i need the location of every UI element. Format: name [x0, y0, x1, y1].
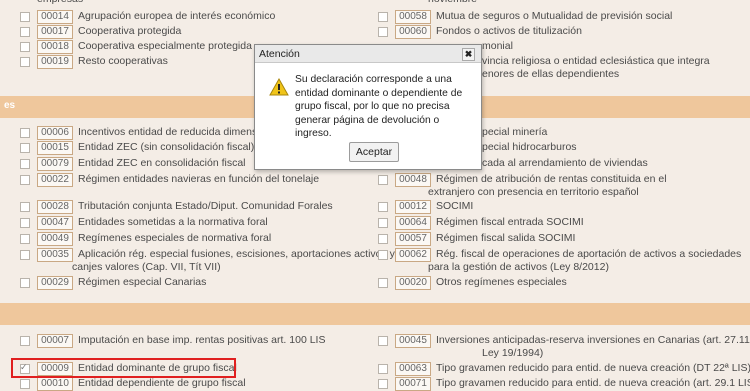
list-item[interactable]: 00045 Inversiones anticipadas-reserva inv…: [378, 334, 750, 348]
list-item[interactable]: 00035 Aplicación rég. especial fusiones, …: [20, 248, 395, 262]
checkbox[interactable]: [378, 364, 388, 374]
checkbox[interactable]: [20, 234, 30, 244]
list-item: para la gestión de activos (Ley 8/2012): [428, 261, 609, 273]
section-header: [0, 303, 750, 325]
checkbox[interactable]: [378, 12, 388, 22]
list-item: pecial minería: [482, 126, 548, 138]
list-item[interactable]: 00029 Régimen especial Canarias: [20, 276, 206, 290]
checkbox[interactable]: [378, 379, 388, 389]
list-item[interactable]: 00014 Agrupación europea de interés econó…: [20, 10, 275, 24]
list-item: enores de ellas dependientes: [482, 68, 620, 80]
list-item[interactable]: 00057 Régimen fiscal salida SOCIMI: [378, 232, 575, 246]
checkbox[interactable]: [20, 202, 30, 212]
highlight-box: [11, 358, 236, 378]
list-item: Ley 19/1994): [482, 347, 544, 359]
dialog-title: Atención: [259, 48, 300, 60]
checkbox[interactable]: [20, 218, 30, 228]
close-icon[interactable]: ✖: [462, 48, 475, 61]
checkbox[interactable]: [20, 175, 30, 185]
checkbox[interactable]: [378, 202, 388, 212]
alert-dialog: Atención ✖ Su declaración corresponde a …: [254, 44, 482, 170]
list-item[interactable]: 00019 Resto cooperativas: [20, 55, 168, 69]
list-item[interactable]: 00017 Cooperativa protegida: [20, 25, 181, 39]
list-item: noviembre: [428, 0, 477, 5]
list-item: monial: [482, 40, 513, 52]
list-item: cada al arrendamiento de viviendas: [482, 157, 648, 169]
list-item[interactable]: 00049 Regímenes especiales de normativa f…: [20, 232, 271, 246]
list-item[interactable]: 00015 Entidad ZEC (sin consolidación fisc…: [20, 141, 254, 155]
list-item: extranjero con presencia en territorio e…: [428, 186, 639, 198]
checkbox[interactable]: [378, 336, 388, 346]
checkbox[interactable]: [20, 143, 30, 153]
list-item: vincia religiosa o entidad eclesiástica …: [482, 55, 710, 67]
checkbox[interactable]: [20, 27, 30, 37]
list-item[interactable]: 00007 Imputación en base imp. rentas posi…: [20, 334, 325, 348]
list-item[interactable]: 00063 Tipo gravamen reducido para entid. …: [378, 362, 750, 376]
checkbox[interactable]: [20, 379, 30, 389]
checkbox[interactable]: [20, 278, 30, 288]
section-title: es: [4, 100, 16, 111]
list-item[interactable]: 00018 Cooperativa especialmente protegida: [20, 40, 252, 54]
checkbox[interactable]: [378, 175, 388, 185]
checkbox[interactable]: [20, 42, 30, 52]
checkbox[interactable]: [20, 128, 30, 138]
dialog-titlebar: Atención ✖: [255, 45, 481, 63]
checkbox[interactable]: [378, 218, 388, 228]
list-item: empresas: [37, 0, 83, 5]
list-item[interactable]: 00079 Entidad ZEC en consolidación fiscal: [20, 157, 246, 171]
list-item[interactable]: 00058 Mutua de seguros o Mutualidad de pr…: [378, 10, 672, 24]
list-item[interactable]: 00060 Fondos o activos de titulización: [378, 25, 582, 39]
list-item[interactable]: 00062 Rég. fiscal de operaciones de aport…: [378, 248, 741, 262]
list-item: canjes valores (Cap. VII, Tít VII): [72, 261, 221, 273]
list-item[interactable]: 00010 Entidad dependiente de grupo fiscal: [20, 377, 246, 391]
dialog-message: Su declaración corresponde a una entidad…: [295, 74, 463, 139]
list-item[interactable]: 00028 Tributación conjunta Estado/Diput. …: [20, 200, 333, 214]
checkbox[interactable]: [378, 234, 388, 244]
checkbox[interactable]: [20, 57, 30, 67]
checkbox[interactable]: [378, 27, 388, 37]
list-item[interactable]: 00020 Otros regímenes especiales: [378, 276, 567, 290]
list-item: pecial hidrocarburos: [482, 141, 577, 153]
warning-icon: [269, 78, 289, 96]
checkbox[interactable]: [378, 278, 388, 288]
checkbox[interactable]: [378, 250, 388, 260]
accept-button[interactable]: Aceptar: [349, 142, 399, 162]
list-item[interactable]: 00064 Régimen fiscal entrada SOCIMI: [378, 216, 584, 230]
list-item[interactable]: 00047 Entidades sometidas a la normativa …: [20, 216, 268, 230]
checkbox[interactable]: [20, 12, 30, 22]
list-item[interactable]: 00048 Régimen de atribución de rentas con…: [378, 173, 667, 187]
list-item[interactable]: 00022 Régimen entidades navieras en funci…: [20, 173, 319, 187]
checkbox[interactable]: [20, 336, 30, 346]
checkbox[interactable]: [20, 250, 30, 260]
checkbox[interactable]: [20, 159, 30, 169]
list-item[interactable]: 00071 Tipo gravamen reducido para entid. …: [378, 377, 750, 391]
list-item[interactable]: 00012 SOCIMI: [378, 200, 473, 214]
